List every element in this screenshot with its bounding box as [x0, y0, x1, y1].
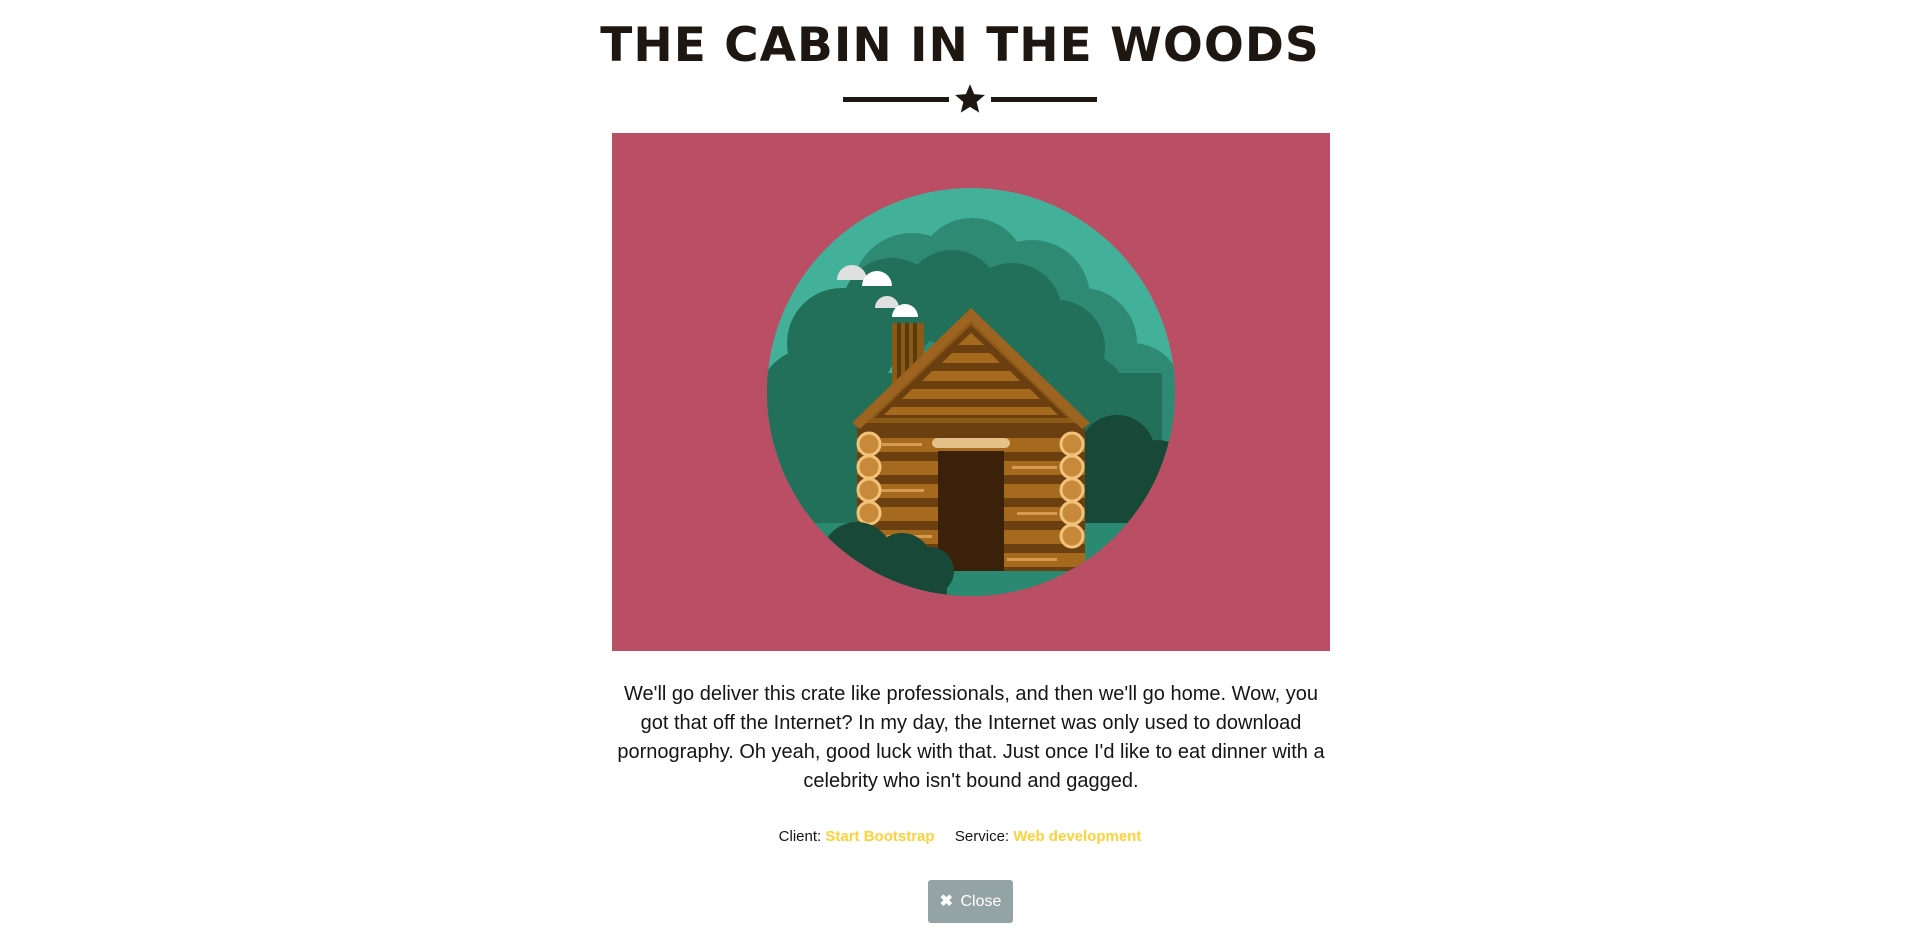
- divider-line-left: [843, 97, 949, 102]
- portfolio-image: [612, 133, 1330, 651]
- cabin-illustration: [767, 188, 1175, 596]
- client-link[interactable]: Start Bootstrap: [825, 828, 934, 845]
- star-icon: [955, 84, 985, 113]
- client-label: Client:: [778, 828, 822, 845]
- close-button[interactable]: ✖ Close: [928, 880, 1013, 923]
- project-meta: Client: Start Bootstrap Service: Web dev…: [0, 828, 1920, 845]
- portfolio-modal: THE CABIN IN THE WOODS We'll go deliver …: [0, 0, 1920, 929]
- project-description: We'll go deliver this crate like profess…: [617, 683, 1325, 792]
- service-label: Service:: [954, 828, 1010, 845]
- title-divider: [843, 82, 1097, 114]
- page-title: THE CABIN IN THE WOODS: [600, 18, 1320, 73]
- close-button-label: Close: [960, 893, 1002, 910]
- divider-line-right: [991, 97, 1097, 102]
- close-icon: ✖: [939, 893, 954, 910]
- service-link[interactable]: Web development: [1013, 828, 1141, 845]
